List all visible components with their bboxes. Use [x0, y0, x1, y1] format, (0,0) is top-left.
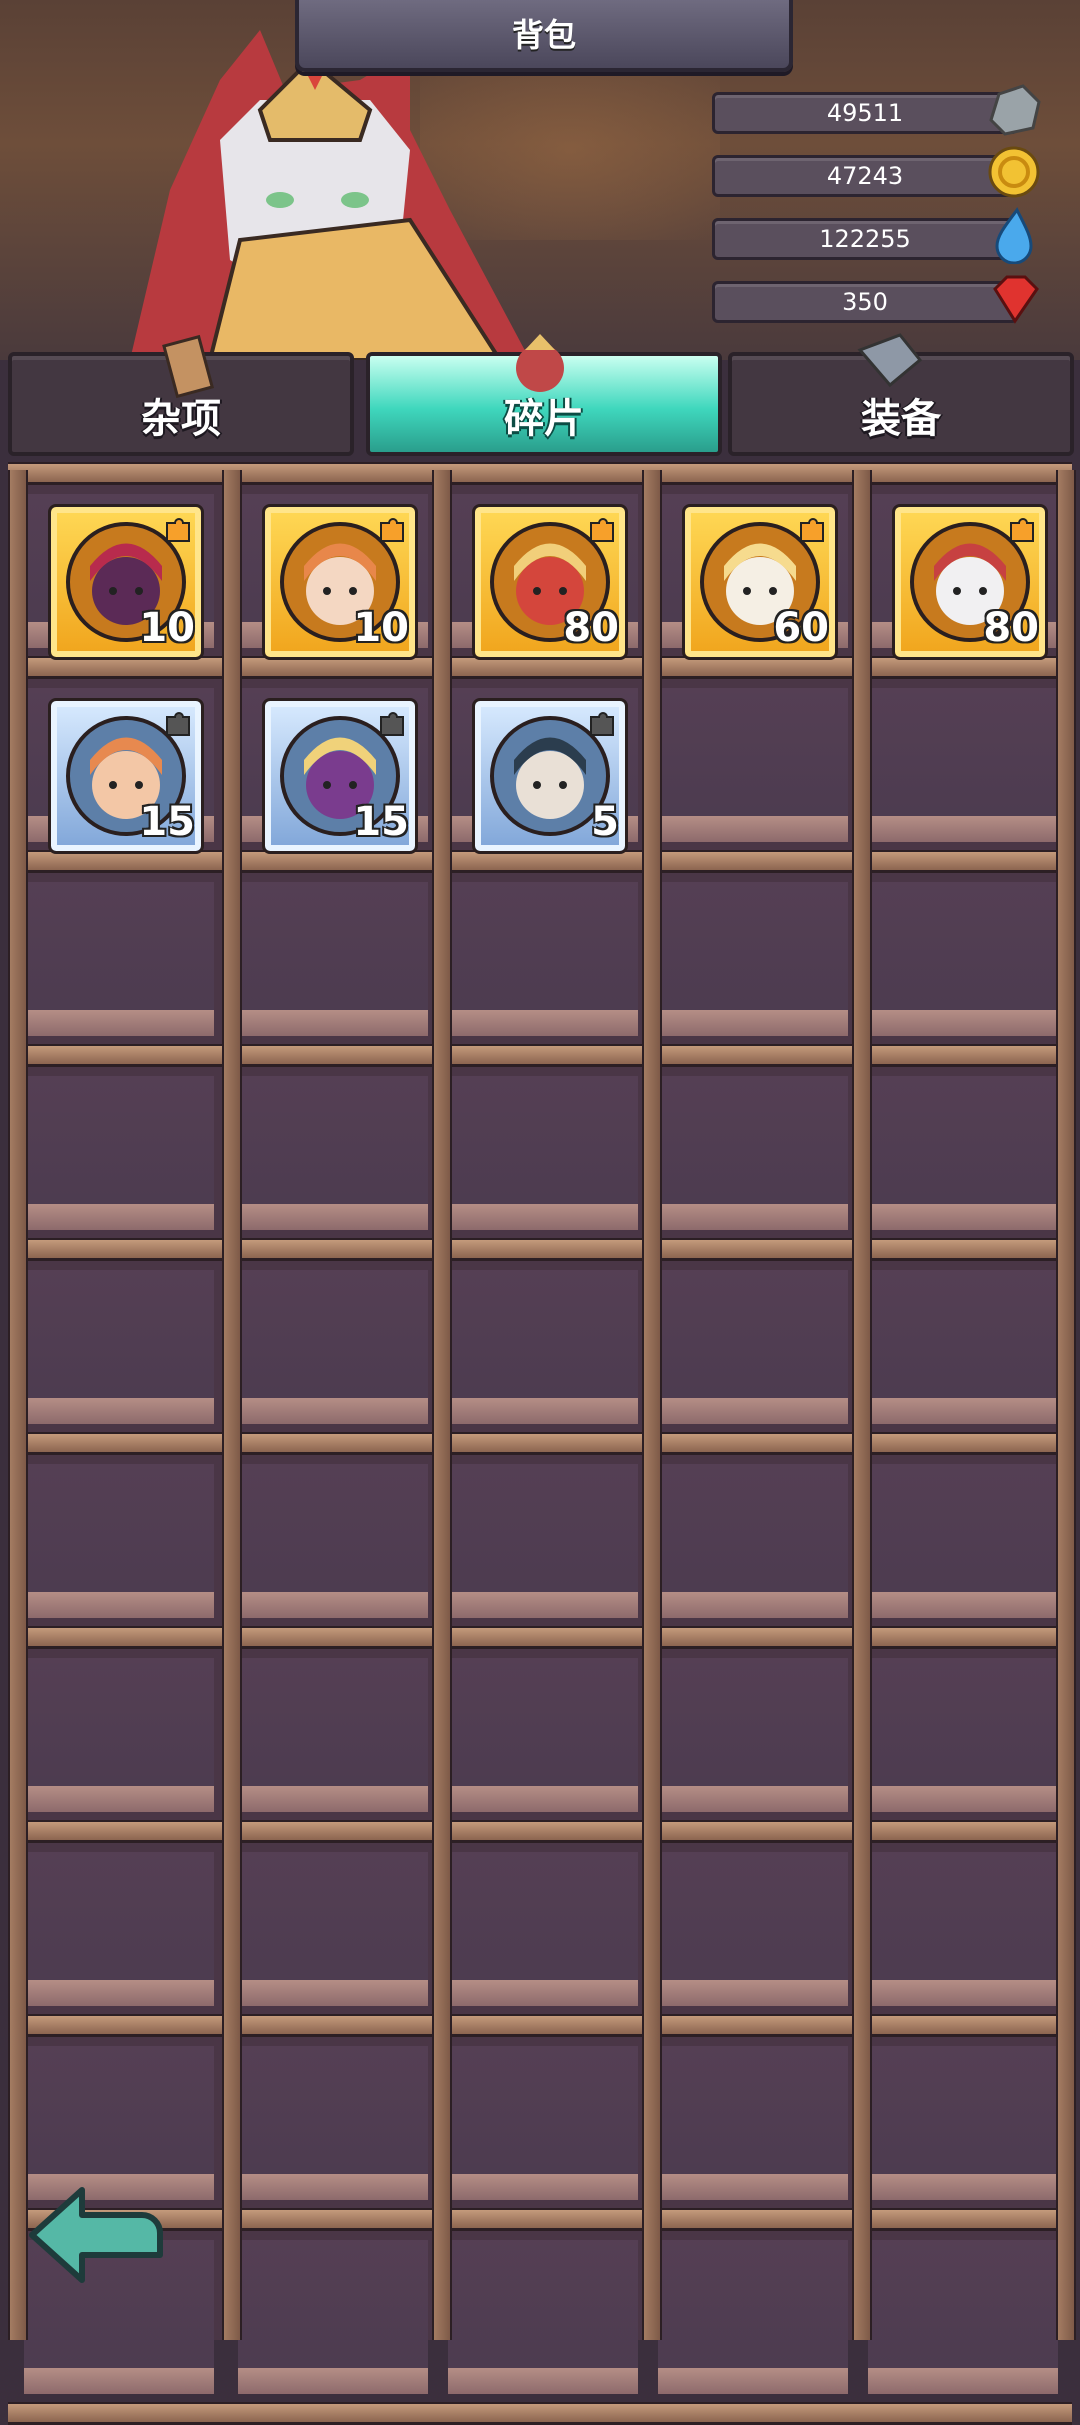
shelf-post: [222, 470, 242, 2340]
shelf-floor: [868, 1010, 1058, 1036]
shelf-floor: [868, 1398, 1058, 1424]
shelf-floor: [24, 1980, 214, 2006]
shelf-floor: [658, 1980, 848, 2006]
shelf-plank: [8, 1820, 1072, 1843]
shelf-floor: [658, 1204, 848, 1230]
puzzle-piece-icon: [590, 712, 614, 736]
shelf-floor: [868, 1786, 1058, 1812]
water-drop-icon: [995, 207, 1033, 264]
fragment-item-orange-hair-heroine[interactable]: 10: [262, 504, 418, 660]
fragment-item-blonde-scarf-hero[interactable]: 80: [472, 504, 628, 660]
shelf-floor: [448, 1592, 638, 1618]
fragment-tab-icon: [516, 334, 564, 392]
shelf-post: [852, 470, 872, 2340]
shelf-floor: [868, 1592, 1058, 1618]
shelf-floor: [448, 2368, 638, 2394]
shelf-floor: [868, 2174, 1058, 2200]
shelf-floor: [448, 2174, 638, 2200]
shelf-floor: [868, 1204, 1058, 1230]
fragment-item-freckled-boy[interactable]: 15: [48, 698, 204, 854]
shelf-floor: [24, 1398, 214, 1424]
gold-coin-icon: [988, 146, 1040, 198]
coin-value: 47243: [826, 162, 904, 190]
shelf-floor: [238, 1204, 428, 1230]
gem-value: 350: [842, 288, 888, 316]
shelf-plank: [8, 2014, 1072, 2037]
coin-counter: 47243: [712, 155, 1018, 197]
shelf-plank: [8, 1626, 1072, 1649]
shelf-floor: [238, 1592, 428, 1618]
fragment-item-masked-purple-hero[interactable]: 15: [262, 698, 418, 854]
shelf-floor: [658, 1398, 848, 1424]
shelf-floor: [238, 1786, 428, 1812]
shelf-floor: [868, 1980, 1058, 2006]
fragment-quantity: 10: [139, 605, 195, 651]
fragment-item-red-hood-creature[interactable]: 10: [48, 504, 204, 660]
fragment-item-dark-hair-hero[interactable]: 5: [472, 698, 628, 854]
shelf-floor: [24, 1786, 214, 1812]
shelf-floor: [238, 2368, 428, 2394]
shelf-floor: [238, 1010, 428, 1036]
title-plate: 背包: [295, 0, 793, 72]
stone-counter: 49511: [712, 92, 1018, 134]
shelf-post: [8, 470, 28, 2340]
shelf-floor: [448, 1398, 638, 1424]
shelf-floor: [658, 1786, 848, 1812]
shelf-floor: [658, 2368, 848, 2394]
shelf-floor: [24, 1010, 214, 1036]
shelf-floor: [448, 1204, 638, 1230]
puzzle-piece-icon: [166, 518, 190, 542]
fragment-item-blonde-bandaged-hero[interactable]: 60: [682, 504, 838, 660]
shelf-floor: [24, 1204, 214, 1230]
fragment-quantity: 10: [353, 605, 409, 651]
stone-value: 49511: [826, 99, 904, 127]
puzzle-piece-icon: [590, 518, 614, 542]
fragment-quantity: 5: [591, 799, 619, 845]
shelf-plank: [8, 1044, 1072, 1067]
shelf-plank: [8, 462, 1072, 485]
puzzle-piece-icon: [380, 518, 404, 542]
page-title: 背包: [511, 16, 576, 54]
shelf-floor: [868, 2368, 1058, 2394]
shelf-post: [432, 470, 452, 2340]
equipment-tab-icon: [857, 333, 923, 388]
shelf-plank: [8, 2402, 1072, 2425]
stone-icon: [989, 84, 1041, 136]
shelf-floor: [238, 1980, 428, 2006]
shelf-floor: [658, 1010, 848, 1036]
shelf-floor: [448, 1786, 638, 1812]
water-counter: 122255: [712, 218, 1018, 260]
shelf-post: [642, 470, 662, 2340]
fragment-quantity: 15: [139, 799, 195, 845]
shelf-floor: [24, 2368, 214, 2394]
fragment-quantity: 80: [563, 605, 619, 651]
shelf-plank: [8, 1432, 1072, 1455]
fragment-quantity: 80: [983, 605, 1039, 651]
water-value: 122255: [819, 225, 911, 253]
shelf-floor: [238, 2174, 428, 2200]
shelf-floor: [448, 1980, 638, 2006]
misc-tab-icon: [162, 334, 215, 399]
fragment-quantity: 60: [773, 605, 829, 651]
shelf-floor: [658, 2174, 848, 2200]
puzzle-piece-icon: [380, 712, 404, 736]
shelf-post: [1056, 470, 1076, 2340]
shelf-floor: [658, 816, 848, 842]
shelf-floor: [448, 1010, 638, 1036]
puzzle-piece-icon: [800, 518, 824, 542]
red-gem-icon: [993, 275, 1039, 324]
shelf-plank: [8, 1238, 1072, 1261]
back-arrow-button[interactable]: [22, 2180, 172, 2290]
tab-equipment-label: 装备: [861, 396, 941, 442]
shelf-floor: [238, 1398, 428, 1424]
gem-counter: 350: [712, 281, 1018, 323]
fragment-quantity: 15: [353, 799, 409, 845]
puzzle-piece-icon: [166, 712, 190, 736]
puzzle-piece-icon: [1010, 518, 1034, 542]
shelf-floor: [868, 816, 1058, 842]
shelf-floor: [658, 1592, 848, 1618]
shelf-floor: [24, 1592, 214, 1618]
fragment-item-cat-warrior[interactable]: 80: [892, 504, 1048, 660]
